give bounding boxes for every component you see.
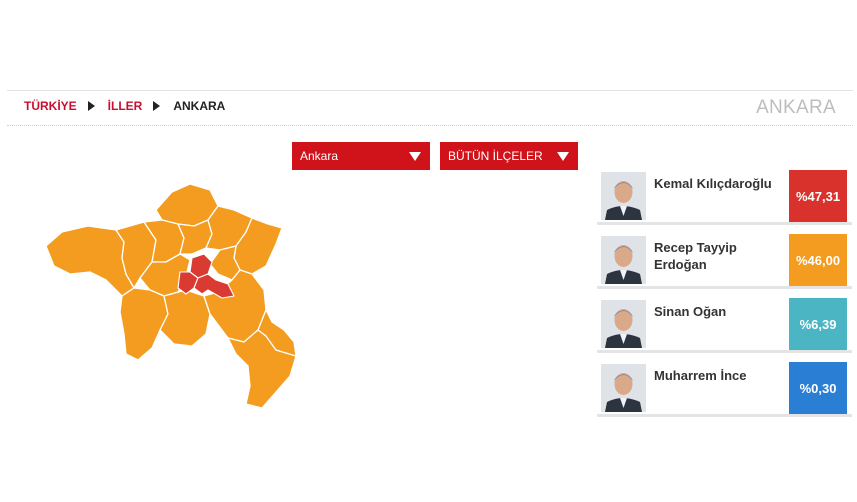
dotted-divider (7, 125, 853, 126)
candidate-percentage: %6,39 (789, 298, 847, 350)
breadcrumb-turkiye-link[interactable]: TÜRKİYE (24, 99, 77, 113)
chevron-down-icon (409, 152, 421, 161)
candidate-name: Muharrem İnce (654, 368, 747, 383)
district-select-value: BÜTÜN İLÇELER (448, 149, 543, 163)
candidate-row[interactable]: Recep Tayyip Erdoğan %46,00 (597, 234, 852, 289)
breadcrumb: TÜRKİYE İLLER ANKARA (24, 97, 225, 115)
candidate-photo-icon (601, 300, 646, 348)
breadcrumb-arrow-icon (87, 101, 95, 111)
district-north-center-east[interactable] (177, 219, 213, 255)
page-title: ANKARA (756, 97, 836, 118)
ankara-district-map (45, 183, 297, 409)
province-select-value: Ankara (300, 149, 339, 163)
candidate-percentage: %0,30 (789, 362, 847, 414)
header-divider (7, 90, 853, 91)
candidate-photo-icon (601, 172, 646, 220)
candidate-name: Sinan Oğan (654, 304, 727, 319)
district-select[interactable]: BÜTÜN İLÇELER (440, 142, 578, 170)
breadcrumb-arrow-icon (153, 101, 161, 111)
candidate-row[interactable]: Sinan Oğan %6,39 (597, 298, 852, 353)
candidate-name: Recep Tayyip Erdoğan (654, 240, 737, 272)
candidate-row[interactable]: Kemal Kılıçdaroğlu %47,31 (597, 170, 852, 225)
breadcrumb-current: ANKARA (173, 99, 226, 113)
candidate-row[interactable]: Muharrem İnce %0,30 (597, 362, 852, 417)
district-south-center[interactable] (159, 289, 211, 347)
candidate-photo-icon (601, 364, 646, 412)
candidate-list: Kemal Kılıçdaroğlu %47,31 Recep Tayyip Erd… (597, 170, 852, 426)
candidate-name: Kemal Kılıçdaroğlu (654, 176, 772, 191)
breadcrumb-provinces-link[interactable]: İLLER (108, 99, 143, 113)
candidate-percentage: %46,00 (789, 234, 847, 286)
candidate-percentage: %47,31 (789, 170, 847, 222)
chevron-down-icon (557, 152, 569, 161)
district-southwest[interactable] (119, 287, 169, 361)
district-center-west[interactable] (177, 271, 199, 295)
province-select[interactable]: Ankara (292, 142, 430, 170)
candidate-photo-icon (601, 236, 646, 284)
